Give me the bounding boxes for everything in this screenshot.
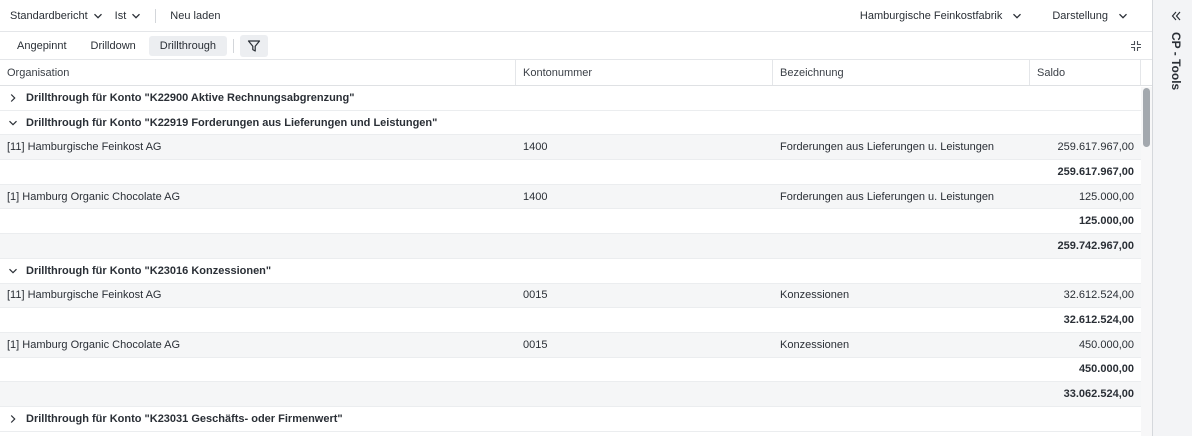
total-row: 259.742.967,00 [0, 234, 1152, 259]
chevron-down-icon [93, 13, 102, 19]
company-dropdown[interactable]: Hamburgische Feinkostfabrik [860, 10, 1022, 22]
column-header-kontonummer[interactable]: Kontonummer [516, 60, 773, 85]
main-panel: Standardbericht Ist Neu laden Hamburgisc… [0, 0, 1153, 436]
column-header-saldo[interactable]: Saldo [1030, 60, 1141, 85]
toolbar: Standardbericht Ist Neu laden Hamburgisc… [0, 0, 1152, 32]
cell-kontonummer: 1400 [523, 190, 548, 203]
total-saldo: 33.062.524,00 [1063, 388, 1134, 401]
tab-drilldown[interactable]: Drilldown [80, 36, 147, 56]
chevron-right-icon [10, 414, 16, 423]
cell-kontonummer: 0015 [523, 289, 548, 302]
cell-saldo: 125.000,00 [1078, 190, 1134, 203]
table-row: [11] Hamburgische Feinkost AG 1400 Forderu… [0, 135, 1152, 161]
collapse-icon[interactable] [1130, 40, 1142, 52]
subtotal-row: 259.617.967,00 [0, 160, 1152, 185]
toolbar-divider [155, 8, 157, 23]
cp-tools-panel: CP - Tools [1160, 0, 1192, 436]
group-label: Drillthrough für Konto "K23016 Konzessio… [26, 264, 272, 277]
double-chevron-left-icon[interactable] [1170, 10, 1182, 22]
subtotal-saldo: 32.612.524,00 [1063, 314, 1134, 327]
column-header-organisation[interactable]: Organisation [0, 60, 516, 85]
tab-drillthrough[interactable]: Drillthrough [148, 35, 228, 56]
table-row: [1] Hamburg Organic Chocolate AG 0015 Konz… [0, 332, 1152, 358]
group-toggle[interactable]: Drillthrough für Konto "K23016 Konzessio… [0, 265, 1141, 277]
table-body: Drillthrough für Konto "K22900 Aktive Re… [0, 86, 1152, 432]
cell-organisation: [11] Hamburgische Feinkost AG [7, 289, 162, 302]
cell-kontonummer: 0015 [523, 338, 548, 351]
table-row: [11] Hamburgische Feinkost AG 0015 Konzess… [0, 283, 1152, 309]
report-dropdown[interactable]: Standardbericht [10, 10, 103, 22]
filter-button[interactable] [240, 34, 269, 57]
group-label: Drillthrough für Konto "K23031 Geschäfts… [26, 412, 343, 425]
cp-tools-title[interactable]: CP - Tools [1169, 32, 1183, 90]
cell-organisation: [1] Hamburg Organic Chocolate AG [7, 338, 181, 351]
cell-bezeichnung: Forderungen aus Lieferungen u. Leistunge… [780, 141, 995, 154]
cell-saldo: 32.612.524,00 [1063, 289, 1134, 302]
view-tabs: Angepinnt Drilldown Drillthrough [0, 32, 1152, 60]
column-header-bezeichnung[interactable]: Bezeichnung [773, 60, 1030, 85]
group-row: Drillthrough für Konto "K22900 Aktive Re… [0, 86, 1152, 111]
subtotal-saldo: 259.617.967,00 [1057, 165, 1134, 178]
display-label: Darstellung [1052, 9, 1108, 22]
chevron-down-icon [1013, 13, 1022, 19]
chevron-down-icon [9, 268, 17, 274]
chevron-right-icon [10, 93, 16, 102]
vertical-scrollbar[interactable] [1141, 87, 1152, 436]
group-row: Drillthrough für Konto "K23031 Geschäfts… [0, 406, 1152, 432]
group-label: Drillthrough für Konto "K22919 Forderung… [26, 116, 438, 129]
total-saldo: 259.742.967,00 [1057, 239, 1134, 252]
subtotal-saldo: 125.000,00 [1078, 215, 1134, 228]
subtotal-row: 125.000,00 [0, 209, 1152, 235]
subtotal-saldo: 450.000,00 [1078, 363, 1134, 376]
group-label: Drillthrough für Konto "K22900 Aktive Re… [26, 91, 355, 104]
cell-bezeichnung: Konzessionen [780, 338, 850, 351]
cell-organisation: [1] Hamburg Organic Chocolate AG [7, 190, 181, 203]
group-row: Drillthrough für Konto "K22919 Forderung… [0, 110, 1152, 136]
group-row: Drillthrough für Konto "K23016 Konzessio… [0, 258, 1152, 284]
cell-kontonummer: 1400 [523, 141, 548, 154]
scrollbar-thumb[interactable] [1143, 88, 1150, 147]
subtotal-row: 450.000,00 [0, 357, 1152, 383]
tabs-divider [233, 38, 235, 53]
chevron-down-icon [1119, 13, 1127, 19]
table-row: [1] Hamburg Organic Chocolate AG 1400 Ford… [0, 184, 1152, 210]
group-toggle[interactable]: Drillthrough für Konto "K22919 Forderung… [0, 117, 1141, 129]
reload-button[interactable]: Neu laden [170, 10, 220, 22]
chevron-down-icon [9, 120, 17, 126]
table-header: Organisation Kontonummer Bezeichnung Sal… [0, 60, 1152, 86]
cell-saldo: 259.617.967,00 [1057, 141, 1134, 154]
company-label: Hamburgische Feinkostfabrik [859, 9, 1003, 22]
group-toggle[interactable]: Drillthrough für Konto "K22900 Aktive Re… [0, 92, 1141, 104]
cell-bezeichnung: Forderungen aus Lieferungen u. Leistunge… [780, 190, 995, 203]
cell-organisation: [11] Hamburgische Feinkost AG [7, 141, 162, 154]
group-toggle[interactable]: Drillthrough für Konto "K23031 Geschäfts… [0, 413, 1141, 425]
cell-saldo: 450.000,00 [1078, 338, 1134, 351]
filter-icon [247, 39, 261, 52]
cell-bezeichnung: Konzessionen [780, 289, 850, 302]
chevron-down-icon [132, 13, 141, 19]
report-label: Standardbericht [10, 9, 88, 22]
version-dropdown[interactable]: Ist [115, 10, 142, 22]
display-dropdown[interactable]: Darstellung [1052, 10, 1128, 22]
total-row: 33.062.524,00 [0, 382, 1152, 407]
tab-angepinnt[interactable]: Angepinnt [6, 36, 78, 56]
subtotal-row: 32.612.524,00 [0, 308, 1152, 333]
version-label: Ist [114, 9, 127, 22]
